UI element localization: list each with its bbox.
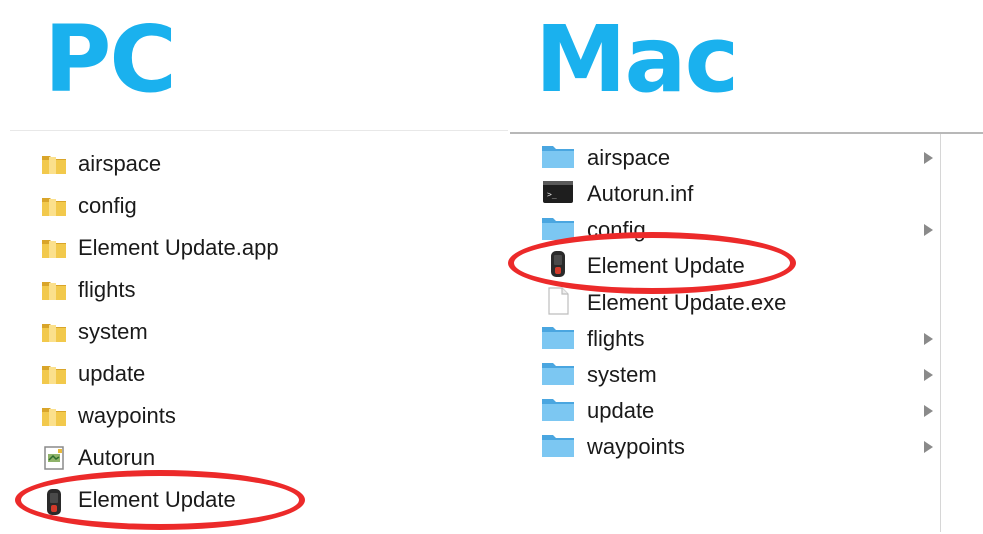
mac-item-label: waypoints — [587, 434, 685, 459]
pc-item-label: update — [78, 361, 146, 386]
svg-text:>_: >_ — [547, 190, 557, 199]
mac-item-label: Autorun.inf — [587, 181, 694, 206]
mac-item-flights[interactable]: flights — [541, 323, 941, 355]
disclosure-arrow-icon[interactable] — [924, 369, 933, 381]
pc-item-element-update-app[interactable]: Element Update.app — [40, 232, 279, 264]
mac-item-label: airspace — [587, 145, 671, 170]
folder-icon — [40, 278, 68, 302]
folder-icon — [40, 152, 68, 176]
mac-item-label: Element Update.exe — [587, 290, 787, 315]
disclosure-arrow-icon[interactable] — [924, 441, 933, 453]
mac-item-system[interactable]: system — [541, 359, 941, 391]
disclosure-arrow-icon[interactable] — [924, 405, 933, 417]
pc-item-label: config — [78, 193, 137, 218]
mac-item-autorun-inf[interactable]: >_ Autorun.inf — [541, 178, 941, 210]
pc-highlight-circle — [15, 470, 305, 530]
pc-item-system[interactable]: system — [40, 316, 148, 348]
folder-icon — [541, 143, 575, 174]
folder-icon — [40, 362, 68, 386]
pc-item-label: flights — [78, 277, 136, 302]
pc-item-airspace[interactable]: airspace — [40, 148, 161, 180]
folder-icon — [541, 432, 575, 463]
mac-item-airspace[interactable]: airspace — [541, 142, 941, 174]
folder-icon — [40, 404, 68, 428]
pc-item-label: waypoints — [78, 403, 176, 428]
mac-heading: Mac — [535, 6, 739, 113]
mac-item-label: flights — [587, 326, 645, 351]
disclosure-arrow-icon[interactable] — [924, 333, 933, 345]
mac-item-waypoints[interactable]: waypoints — [541, 431, 941, 463]
disclosure-arrow-icon[interactable] — [924, 224, 933, 236]
folder-icon — [541, 360, 575, 391]
mac-item-label: update — [587, 398, 655, 423]
folder-icon — [40, 194, 68, 218]
pc-item-label: system — [78, 319, 148, 344]
terminal-file-icon: >_ — [541, 179, 575, 210]
disclosure-arrow-icon[interactable] — [924, 152, 933, 164]
mac-highlight-circle — [508, 232, 796, 294]
pc-item-label: airspace — [78, 151, 162, 176]
folder-icon — [40, 320, 68, 344]
pc-item-label: Autorun — [78, 445, 156, 470]
autorun-file-icon — [40, 446, 68, 470]
pc-item-waypoints[interactable]: waypoints — [40, 400, 176, 432]
pc-item-flights[interactable]: flights — [40, 274, 135, 306]
mac-item-label: system — [587, 362, 657, 387]
folder-icon — [541, 396, 575, 427]
pc-item-label: Element Update.app — [78, 235, 279, 260]
mac-item-update[interactable]: update — [541, 395, 941, 427]
pc-item-config[interactable]: config — [40, 190, 137, 222]
pc-item-update[interactable]: update — [40, 358, 145, 390]
blank-file-icon — [541, 286, 575, 320]
folder-icon — [541, 324, 575, 355]
folder-icon — [40, 236, 68, 260]
pc-item-autorun[interactable]: Autorun — [40, 442, 155, 474]
pc-heading: PC — [44, 6, 177, 113]
